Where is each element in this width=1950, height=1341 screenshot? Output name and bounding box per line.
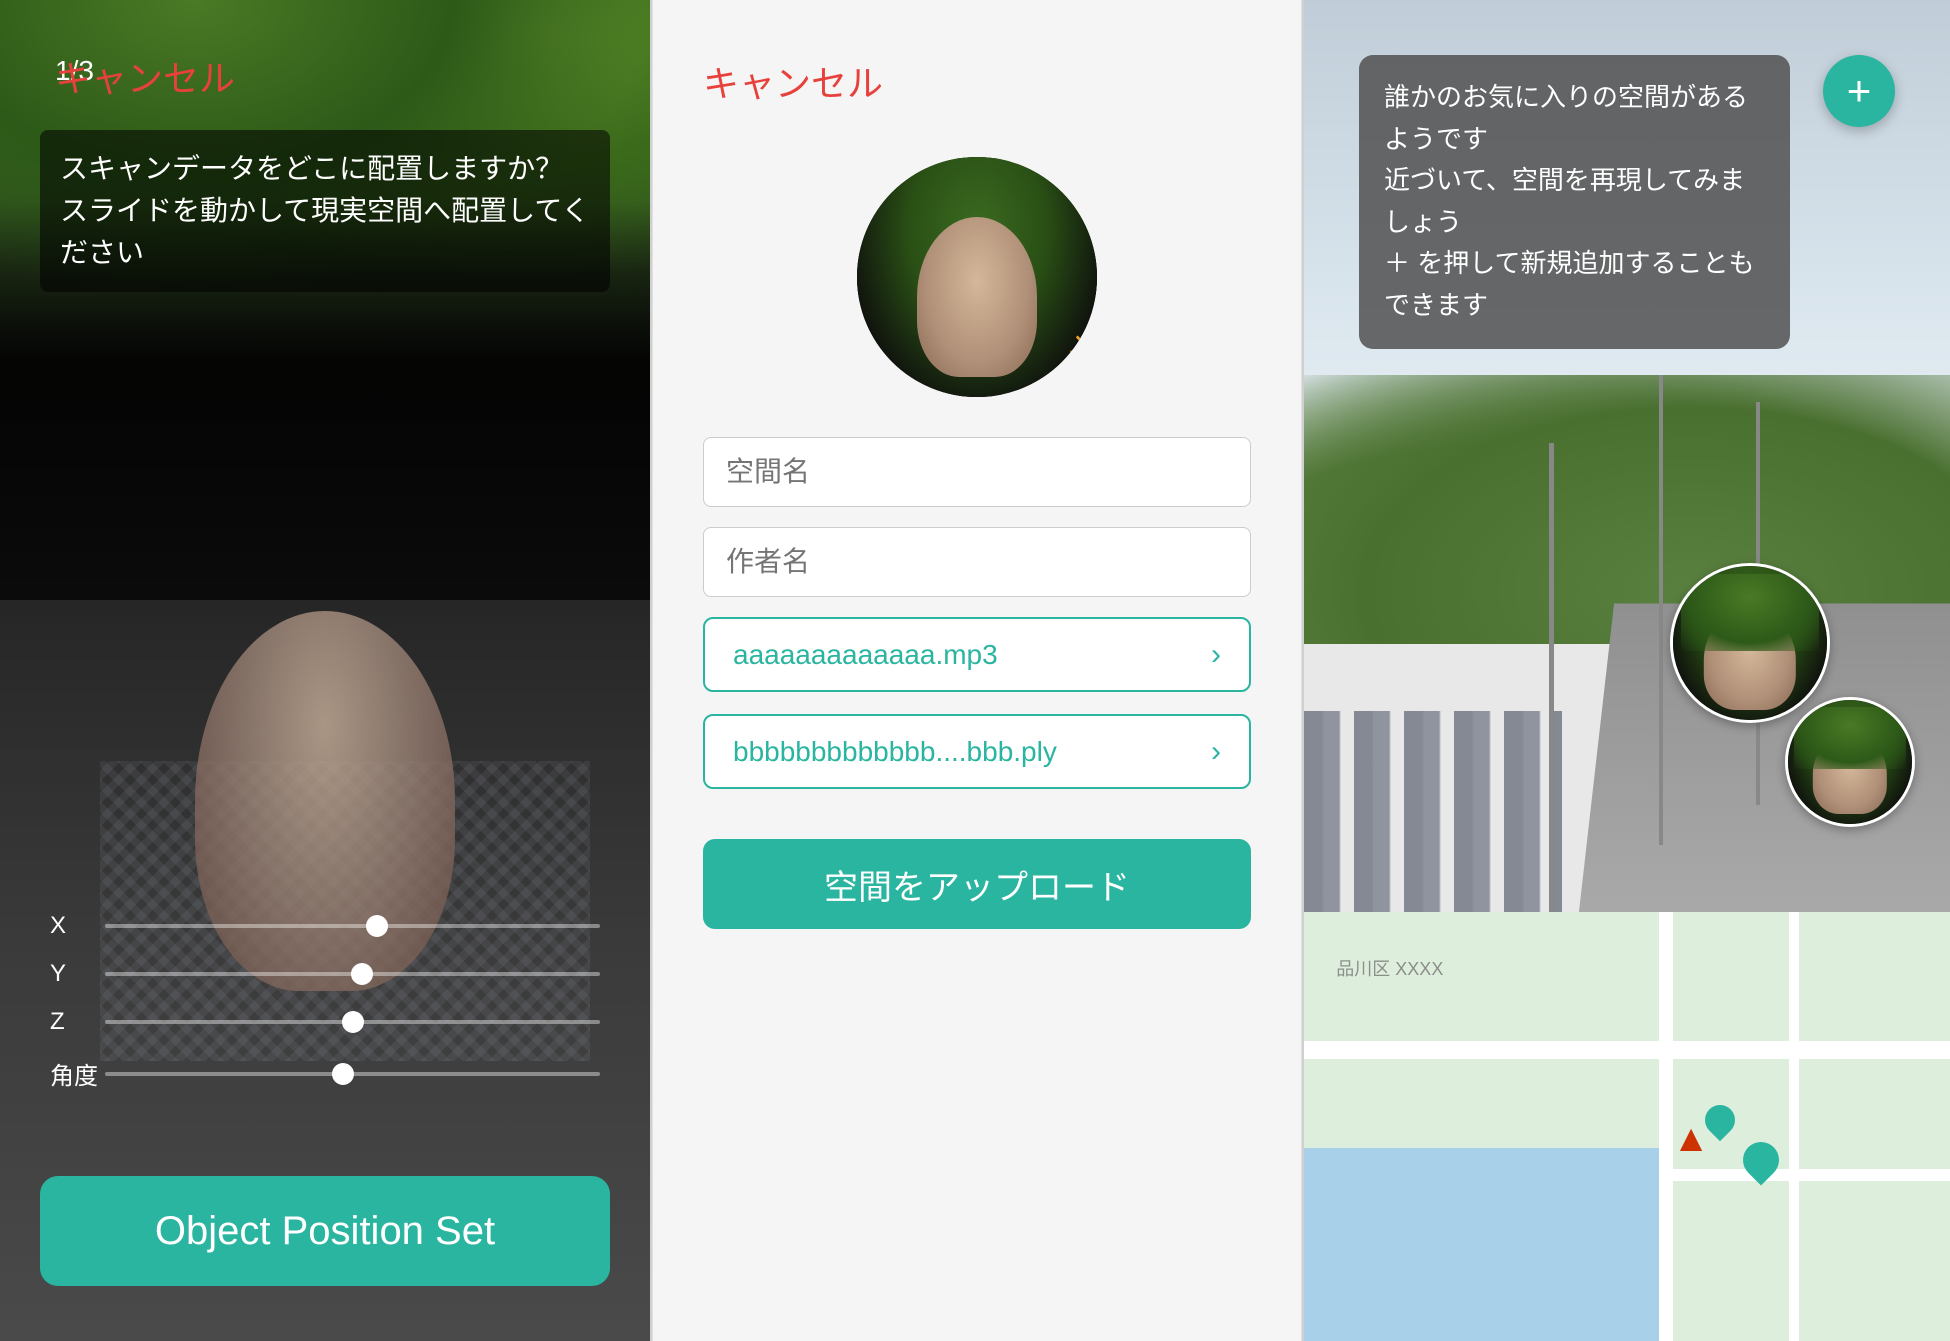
slider-x-track[interactable] bbox=[105, 924, 600, 928]
thumbnail-circle-1[interactable] bbox=[1670, 563, 1830, 723]
sun-icon: ☀ bbox=[1065, 319, 1097, 389]
slider-x-row: X bbox=[50, 912, 600, 940]
map-road-horizontal bbox=[1304, 1041, 1950, 1059]
panel-ar-placement: 1/3 キャンセル スキャンデータをどこに配置しますか？ スライドを動かして現実… bbox=[0, 0, 650, 1341]
slider-angle-row: 角度 bbox=[50, 1056, 600, 1091]
author-name-input[interactable] bbox=[703, 527, 1251, 597]
object-position-set-button[interactable]: Object Position Set bbox=[40, 1176, 610, 1286]
slider-y-track[interactable] bbox=[105, 972, 600, 976]
thumbnail-circle-2[interactable] bbox=[1785, 697, 1915, 827]
space-name-input[interactable] bbox=[703, 437, 1251, 507]
slider-angle-label: 角度 bbox=[50, 1056, 105, 1091]
panel-ar-map: 品川区 XXXX ▲ 誰かのお気に入りの空間があるようです 近づいて、空間を再現… bbox=[1304, 0, 1950, 1341]
slider-y-row: Y bbox=[50, 960, 600, 988]
slider-z-label: Z bbox=[50, 1008, 105, 1036]
pole-2 bbox=[1659, 375, 1663, 844]
slider-y-thumb[interactable] bbox=[351, 963, 373, 985]
upload-button[interactable]: 空間をアップロード bbox=[703, 839, 1251, 929]
add-button[interactable]: + bbox=[1823, 55, 1895, 127]
buildings-background bbox=[1304, 711, 1562, 912]
slider-x-thumb[interactable] bbox=[366, 915, 388, 937]
map-background: 品川区 XXXX ▲ bbox=[1304, 912, 1950, 1341]
slider-angle-thumb[interactable] bbox=[332, 1063, 354, 1085]
chevron-right-icon: › bbox=[1211, 638, 1221, 672]
map-water bbox=[1304, 1148, 1659, 1341]
chevron-right-icon-2: › bbox=[1211, 735, 1221, 769]
slider-z-track[interactable] bbox=[105, 1020, 600, 1024]
map-area: 品川区 XXXX ▲ bbox=[1304, 912, 1950, 1341]
audio-file-label: aaaaaaaaaaaaa.mp3 bbox=[733, 639, 998, 671]
slider-z-thumb[interactable] bbox=[342, 1011, 364, 1033]
map-pin-green-2 bbox=[1743, 1142, 1779, 1178]
info-bubble: 誰かのお気に入りの空間があるようです 近づいて、空間を再現してみましょう ＋ を… bbox=[1359, 55, 1790, 349]
map-pin-green-1 bbox=[1705, 1105, 1735, 1135]
avatar-image bbox=[857, 157, 1097, 397]
avatar-figure bbox=[917, 217, 1037, 377]
map-road-vertical bbox=[1659, 912, 1673, 1341]
pole-1 bbox=[1549, 443, 1554, 979]
slider-y-label: Y bbox=[50, 960, 105, 988]
audio-file-button[interactable]: aaaaaaaaaaaaa.mp3 › bbox=[703, 617, 1251, 692]
slider-z-row: Z bbox=[50, 1008, 600, 1036]
ply-file-label: bbbbbbbbbbbbb....bbb.ply bbox=[733, 736, 1057, 768]
thumbnail-image-1 bbox=[1673, 566, 1827, 720]
instruction-text: スキャンデータをどこに配置しますか？ スライドを動かして現実空間へ配置してくださ… bbox=[40, 130, 610, 292]
cancel-button[interactable]: キャンセル bbox=[55, 50, 235, 102]
slider-x-label: X bbox=[50, 912, 105, 940]
position-sliders: X Y Z 角度 bbox=[50, 912, 600, 1111]
map-label: 品川区 XXXX bbox=[1336, 955, 1443, 981]
thumbnail-image-2 bbox=[1788, 700, 1912, 824]
hills-background bbox=[1304, 375, 1950, 643]
slider-angle-track[interactable] bbox=[105, 1072, 600, 1076]
avatar-thumbnail: ☀ bbox=[857, 157, 1097, 397]
map-road-vertical-2 bbox=[1789, 912, 1799, 1341]
panel-upload: キャンセル ☀ aaaaaaaaaaaaa.mp3 › bbbbbbbbbbbb… bbox=[652, 0, 1302, 1341]
cancel-button-panel2[interactable]: キャンセル bbox=[703, 55, 883, 107]
ply-file-button[interactable]: bbbbbbbbbbbbb....bbb.ply › bbox=[703, 714, 1251, 789]
